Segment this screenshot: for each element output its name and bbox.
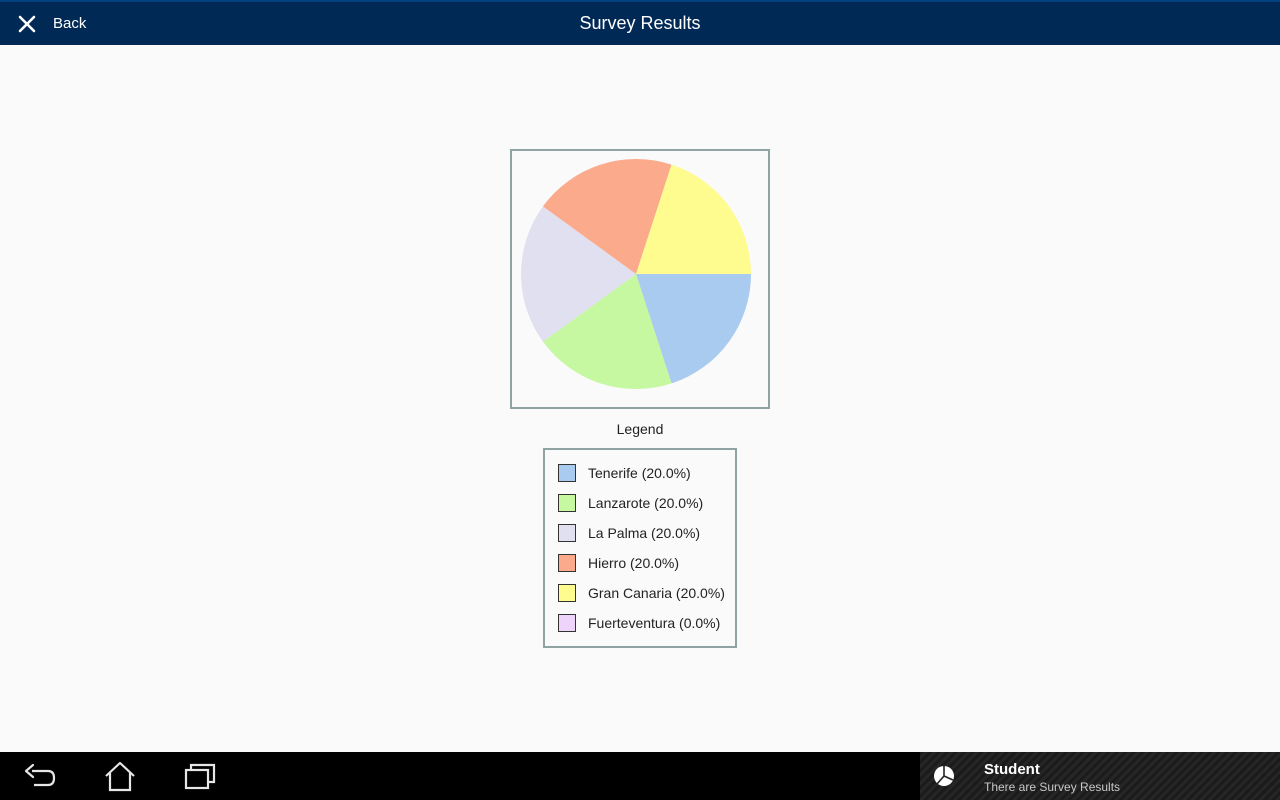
legend-label: Tenerife (20.0%): [588, 465, 691, 481]
notification-text: There are Survey Results: [984, 780, 1121, 794]
notification-tile[interactable]: Student There are Survey Results: [920, 752, 1280, 800]
legend-swatch: [558, 584, 576, 602]
legend-swatch: [558, 554, 576, 572]
legend-swatch: [558, 494, 576, 512]
legend-item: Hierro (20.0%): [558, 553, 679, 573]
legend-swatch: [558, 464, 576, 482]
legend-label: Hierro (20.0%): [588, 555, 680, 571]
legend-label: Gran Canaria (20.0%): [588, 585, 725, 601]
pie-chart-icon: [934, 766, 954, 786]
legend-box: Tenerife (20.0%) Lanzarote (20.0%) La Palm…: [543, 448, 737, 648]
legend-label: La Palma (20.0%): [588, 525, 701, 541]
app-bar: Back Survey Results: [0, 0, 1280, 45]
back-arrow-icon[interactable]: [22, 760, 58, 792]
legend-item: Tenerife (20.0%): [558, 463, 691, 483]
pie-chart: [520, 158, 751, 390]
legend-swatch: [558, 524, 576, 542]
pie-chart-frame: [510, 149, 770, 409]
legend-label: Fuerteventura (0.0%): [588, 615, 721, 631]
legend-item: Lanzarote (20.0%): [558, 493, 703, 513]
legend-item: Gran Canaria (20.0%): [558, 583, 725, 603]
legend-item: Fuerteventura (0.0%): [558, 613, 720, 633]
legend-title: Legend: [616, 421, 664, 437]
screen-title: Survey Results: [579, 13, 701, 33]
notification-title: Student: [984, 761, 1040, 778]
legend-label: Lanzarote (20.0%): [588, 495, 704, 511]
legend-swatch: [558, 614, 576, 632]
legend-item: La Palma (20.0%): [558, 523, 700, 543]
home-icon[interactable]: [102, 760, 138, 792]
recent-apps-icon[interactable]: [182, 760, 218, 792]
